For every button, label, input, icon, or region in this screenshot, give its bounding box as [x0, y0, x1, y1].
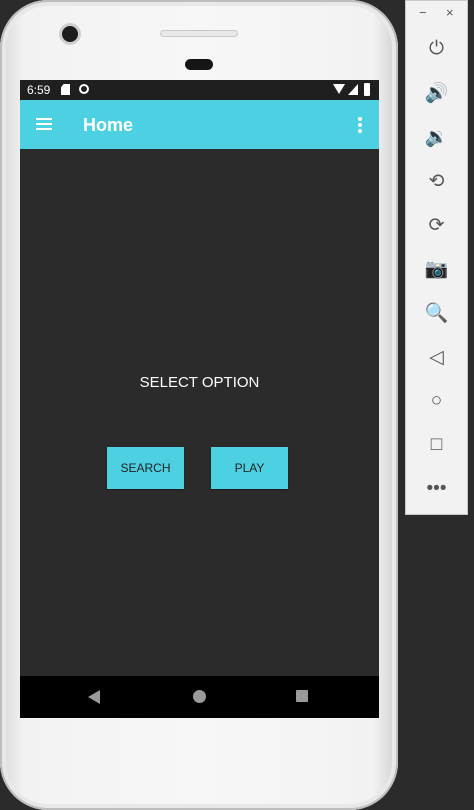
overview-icon[interactable]: □ — [406, 430, 467, 460]
minimize-button[interactable]: − — [419, 5, 427, 20]
play-button[interactable]: PLAY — [211, 447, 288, 489]
device-frame: 6:59 Home SELECT OPTION SEARCH PLAY — [0, 0, 398, 810]
select-option-label: SELECT OPTION — [139, 374, 260, 391]
more-icon[interactable]: ••• — [406, 474, 467, 504]
earpiece — [185, 59, 213, 70]
sync-icon — [79, 84, 89, 94]
status-time: 6:59 — [27, 83, 51, 97]
home-icon[interactable]: ○ — [406, 386, 467, 416]
zoom-icon[interactable]: 🔍 — [406, 298, 467, 328]
battery-icon — [364, 83, 370, 96]
volume-up-icon[interactable]: 🔊 — [406, 78, 467, 108]
signal-icon — [348, 84, 358, 95]
wifi-icon — [333, 84, 345, 94]
volume-down-icon[interactable]: 🔉 — [406, 122, 467, 152]
sd-card-icon — [61, 84, 70, 95]
speaker-grille — [160, 30, 238, 37]
close-button[interactable]: × — [446, 5, 454, 20]
search-button[interactable]: SEARCH — [107, 447, 184, 489]
page-title: Home — [83, 115, 134, 135]
app-bar: Home — [20, 100, 379, 149]
back-icon[interactable]: ◁ — [406, 342, 467, 372]
status-bar: 6:59 — [20, 80, 379, 100]
hamburger-menu-icon[interactable] — [36, 118, 52, 130]
overflow-menu-icon[interactable] — [358, 117, 362, 133]
power-icon[interactable]: ⏻ — [406, 34, 467, 64]
navigation-bar — [20, 676, 379, 718]
nav-home-icon[interactable] — [193, 690, 206, 703]
screenshot-icon[interactable]: 📷 — [406, 254, 467, 284]
rotate-right-icon[interactable]: ⟳ — [406, 210, 467, 240]
nav-back-icon[interactable] — [88, 690, 100, 704]
emulator-toolbar: − × ⏻ 🔊 🔉 ⟲ ⟳ 📷 🔍 ◁ ○ □ ••• — [405, 0, 468, 515]
nav-recents-icon[interactable] — [296, 690, 308, 702]
front-camera — [62, 26, 78, 42]
device-screen: 6:59 Home SELECT OPTION SEARCH PLAY — [20, 80, 379, 718]
rotate-left-icon[interactable]: ⟲ — [406, 166, 467, 196]
